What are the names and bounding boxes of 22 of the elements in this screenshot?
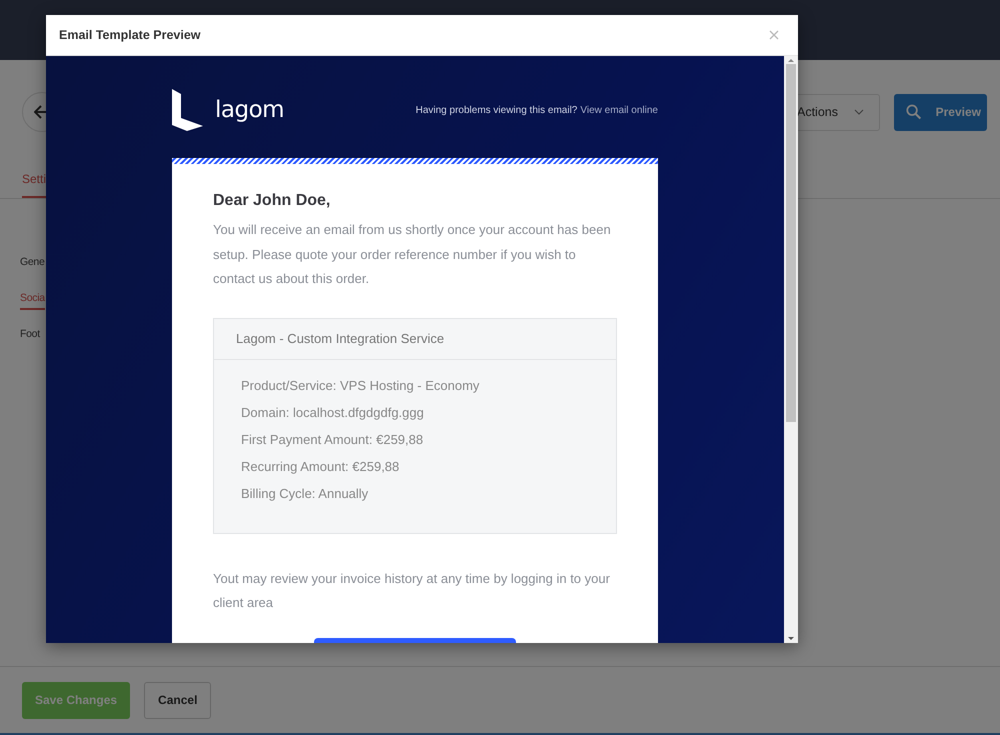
order-title: Lagom - Custom Integration Service: [214, 318, 616, 360]
close-icon[interactable]: [769, 30, 779, 40]
order-detail: Billing Cycle: Annually: [241, 484, 370, 503]
preview-button[interactable]: Preview: [894, 94, 987, 130]
logo-text: lagom: [215, 97, 284, 123]
scrollbar[interactable]: [784, 56, 798, 643]
order-detail: Recurring Amount: €259,88: [241, 458, 400, 476]
outro-paragraph: Yout may review your invoice history at any time by logging in to your client area: [213, 570, 611, 612]
chevron-down-icon: [854, 109, 864, 115]
cancel-button[interactable]: Cancel: [144, 682, 212, 718]
order-detail: Product/Service: VPS Hosting - Economy: [241, 376, 480, 395]
view-online-link[interactable]: View email online: [580, 104, 658, 116]
intro-paragraph: You will receive an email from us shortly once your account has been setup. Please quote your order reference number if you wish to contact us about this order.: [213, 221, 612, 288]
modal-title: Email Template Preview: [59, 28, 200, 42]
order-detail: First Payment Amount: €259,88: [241, 430, 424, 449]
sidebar-item[interactable]: Foot: [20, 328, 45, 346]
search-icon: [906, 103, 922, 121]
logo-icon: [172, 89, 204, 131]
help-text: Having problems viewing this email?: [416, 104, 578, 116]
order-detail: Domain: localhost.dfgdgdfg.ggg: [241, 404, 425, 422]
sidebar-item[interactable]: Gene: [20, 256, 45, 274]
greeting: Dear John Doe,: [213, 192, 332, 210]
